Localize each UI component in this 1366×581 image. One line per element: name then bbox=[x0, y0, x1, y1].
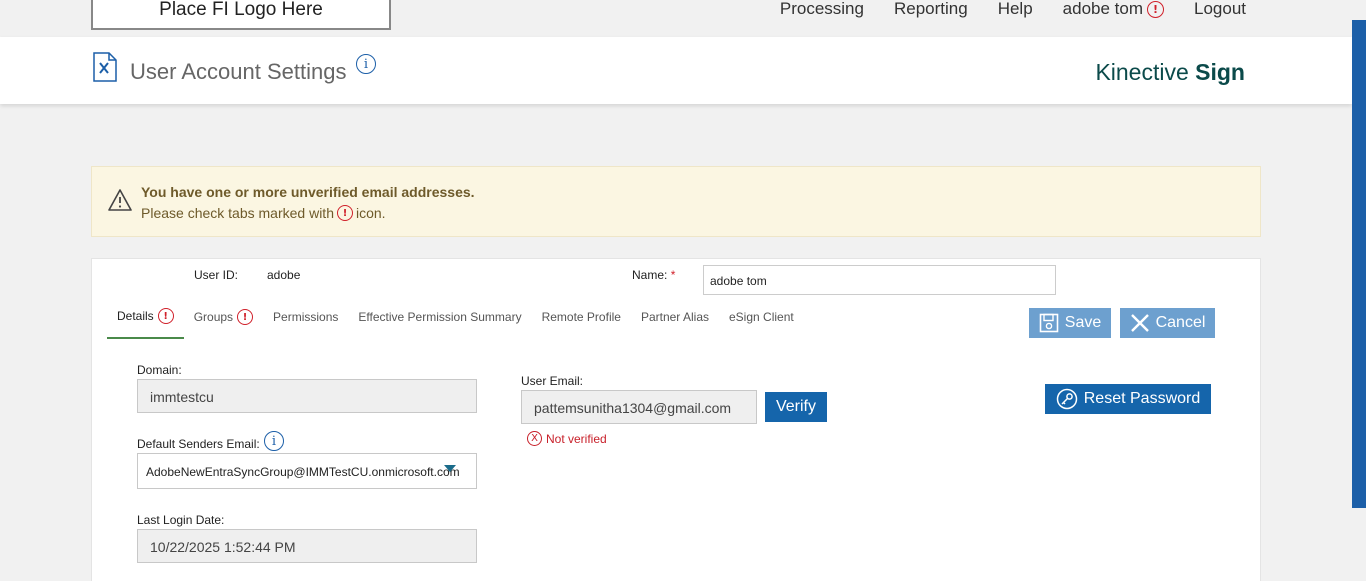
nav-user-name: adobe tom bbox=[1062, 0, 1143, 18]
user-email-label: User Email: bbox=[521, 374, 584, 388]
default-senders-email-select[interactable]: AdobeNewEntraSyncGroup@IMMTestCU.onmicro… bbox=[137, 453, 477, 489]
tab-effective-permission-summary[interactable]: Effective Permission Summary bbox=[348, 307, 531, 327]
reset-password-label: Reset Password bbox=[1083, 390, 1201, 407]
unverified-email-alert: You have one or more unverified email ad… bbox=[91, 166, 1261, 237]
nav-help[interactable]: Help bbox=[998, 0, 1033, 19]
tab-details[interactable]: Details ! bbox=[107, 307, 184, 339]
warning-icon: ! bbox=[1147, 0, 1164, 18]
alert-triangle-icon bbox=[108, 189, 132, 211]
user-id-label: User ID: bbox=[194, 268, 239, 282]
warning-icon: ! bbox=[237, 309, 254, 325]
nav-reporting[interactable]: Reporting bbox=[894, 0, 968, 19]
not-verified-status: X Not verified bbox=[527, 431, 607, 446]
nav-processing[interactable]: Processing bbox=[780, 0, 864, 19]
tab-groups[interactable]: Groups ! bbox=[184, 307, 263, 327]
tab-partner-alias[interactable]: Partner Alias bbox=[631, 307, 719, 327]
tab-label: Details bbox=[117, 309, 154, 323]
tab-label: Groups bbox=[193, 310, 234, 324]
caret-down-icon[interactable] bbox=[444, 465, 456, 472]
save-label: Save bbox=[1064, 314, 1102, 331]
info-icon[interactable]: i bbox=[356, 54, 376, 74]
tab-permissions[interactable]: Permissions bbox=[263, 307, 348, 327]
alert-message-after: icon. bbox=[355, 205, 386, 221]
required-mark: * bbox=[670, 268, 676, 282]
not-verified-text: Not verified bbox=[546, 431, 607, 446]
user-settings-card: User ID: adobe Name: * adobe tom Details… bbox=[91, 258, 1261, 581]
domain-field: immtestcu bbox=[137, 379, 477, 413]
tab-esign-client[interactable]: eSign Client bbox=[719, 307, 804, 327]
cancel-label: Cancel bbox=[1155, 314, 1206, 331]
name-input[interactable]: adobe tom bbox=[703, 265, 1056, 295]
page-title: User Account Settings bbox=[130, 59, 347, 84]
error-x-icon: X bbox=[527, 431, 542, 446]
reset-password-button[interactable]: Reset Password bbox=[1045, 384, 1211, 414]
fi-logo-placeholder: Place FI Logo Here bbox=[91, 0, 391, 30]
top-bar: Place FI Logo Here Processing Reporting … bbox=[0, 0, 1366, 37]
alert-message-before: Please check tabs marked with bbox=[141, 205, 334, 221]
domain-label: Domain: bbox=[137, 363, 182, 377]
scrollbar[interactable] bbox=[1352, 20, 1366, 508]
brand-logo: Kinective Sign bbox=[1095, 59, 1245, 86]
last-login-date-label: Last Login Date: bbox=[137, 513, 225, 527]
warning-icon: ! bbox=[157, 308, 174, 324]
nav-logout[interactable]: Logout bbox=[1194, 0, 1246, 19]
user-email-field: pattemsunitha1304@gmail.com bbox=[521, 390, 757, 424]
alert-title: You have one or more unverified email ad… bbox=[141, 184, 475, 200]
brand-name: Kinective bbox=[1095, 59, 1189, 85]
warning-icon: ! bbox=[336, 205, 353, 221]
document-tools-icon bbox=[93, 52, 117, 82]
nav-user-menu[interactable]: adobe tom ! bbox=[1063, 0, 1164, 19]
name-label-text: Name: bbox=[632, 268, 668, 282]
verify-button[interactable]: Verify bbox=[765, 392, 827, 422]
default-senders-email-label: Default Senders Email: bbox=[137, 437, 260, 451]
save-button[interactable]: Save bbox=[1029, 308, 1111, 338]
key-icon bbox=[1056, 388, 1077, 410]
close-icon bbox=[1130, 314, 1149, 332]
info-icon[interactable]: i bbox=[264, 431, 284, 451]
last-login-date-field: 10/22/2025 1:52:44 PM bbox=[137, 529, 477, 563]
alert-message: Please check tabs marked with ! icon. bbox=[141, 205, 386, 221]
floppy-disk-icon bbox=[1039, 313, 1059, 333]
page-header: User Account Settings i Kinective Sign bbox=[0, 37, 1352, 104]
tab-remote-profile[interactable]: Remote Profile bbox=[532, 307, 631, 327]
brand-name-bold: Sign bbox=[1195, 59, 1245, 85]
top-nav: Processing Reporting Help adobe tom ! Lo… bbox=[780, 0, 1246, 18]
user-id-value: adobe bbox=[267, 268, 301, 282]
cancel-button[interactable]: Cancel bbox=[1120, 308, 1215, 338]
tab-bar: Details ! Groups ! Permissions Effective… bbox=[107, 307, 804, 341]
name-label: Name: * bbox=[632, 268, 675, 282]
logo-text: Place FI Logo Here bbox=[159, 0, 323, 20]
